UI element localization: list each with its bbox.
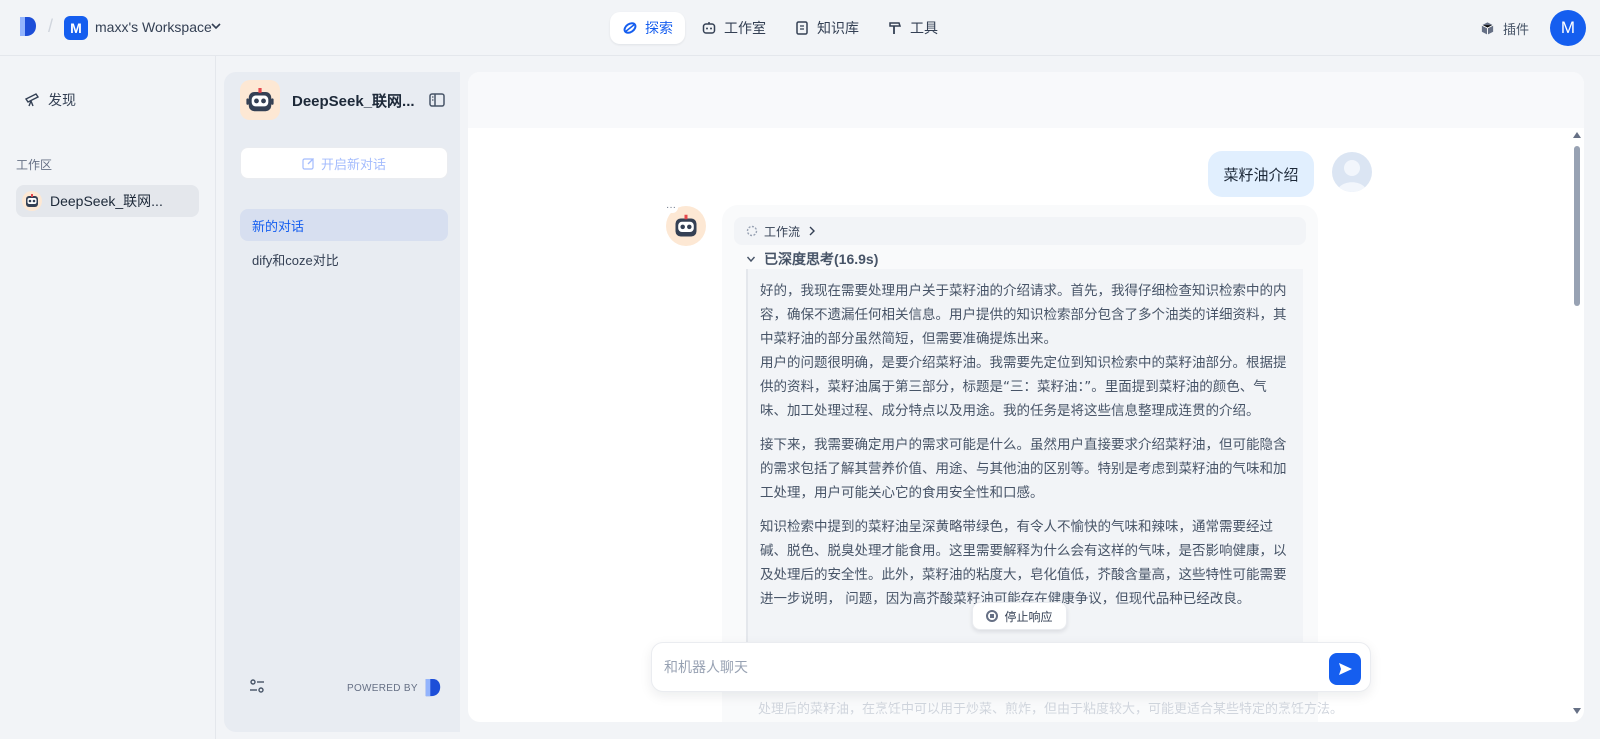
breadcrumb-separator: /	[48, 16, 54, 36]
sidebar-collapse-icon[interactable]	[428, 91, 446, 109]
thinking-paragraph: 好的，我现在需要处理用户关于菜籽油的介绍请求。首先，我得仔细检查知识检索中的内容…	[760, 283, 1287, 347]
typing-indicator-icon: ···	[664, 202, 678, 213]
chat-area: 菜籽油介绍 ··· 工作流 已深度思考(16.9s) 好的，我现在需要处理用户关…	[468, 72, 1584, 722]
user-silhouette-icon	[1337, 160, 1367, 192]
cube-icon	[1481, 22, 1494, 35]
robot-avatar-icon	[246, 88, 274, 112]
thinking-content: 好的，我现在需要处理用户关于菜籽油的介绍请求。首先，我得仔细检查知识检索中的内容…	[746, 269, 1303, 659]
nav-tab-knowledge[interactable]: 知识库	[782, 12, 871, 44]
edit-icon	[302, 157, 314, 170]
telescope-icon	[24, 93, 40, 107]
powered-by-label: POWERED BY	[347, 682, 418, 694]
user-avatar[interactable]: M	[1550, 10, 1586, 46]
new-chat-label: 开启新对话	[320, 156, 386, 172]
sidebar-item-label: DeepSeek_联网...	[50, 193, 163, 209]
sidebar-item-app[interactable]: DeepSeek_联网...	[16, 185, 199, 217]
workspace-badge[interactable]: M	[64, 16, 88, 40]
workflow-label: 工作流	[764, 224, 801, 239]
conversation-panel: DeepSeek_联网... 开启新对话 新的对话 dify和coze对比 PO…	[224, 72, 460, 732]
book-icon	[796, 21, 808, 35]
thinking-paragraph: 知识检索中提到的菜籽油呈深黄略带绿色，有令人不愉快的气味和辣味，通常需要经过碱、…	[760, 519, 1287, 607]
chevron-right-icon	[809, 226, 816, 236]
user-message-avatar	[1332, 152, 1372, 192]
plugins-label: 插件	[1503, 22, 1530, 37]
dify-logo-icon	[425, 679, 440, 697]
scroll-thumb[interactable]	[1574, 146, 1580, 306]
hammer-icon	[889, 22, 902, 34]
chevron-down-icon	[746, 256, 756, 263]
dify-logo-icon[interactable]	[18, 16, 38, 38]
scroll-up-icon[interactable]	[1573, 132, 1581, 138]
nav-tab-label: 知识库	[817, 20, 859, 36]
nav-tab-explore[interactable]: 探索	[610, 12, 685, 44]
stop-response-button[interactable]: 停止响应	[972, 602, 1067, 630]
stop-icon	[986, 610, 999, 622]
sidebar-item-label: 发现	[48, 92, 76, 108]
nav-tab-studio[interactable]: 工作室	[689, 12, 778, 44]
workspace-name[interactable]: maxx's Workspace	[95, 19, 212, 35]
faded-answer-text: 处理后的菜籽油，在烹饪中可以用于炒菜、煎炸，但由于粘度较大，可能更适合某些特定的…	[758, 701, 1344, 716]
chevron-down-icon[interactable]	[210, 20, 222, 32]
workspace-section-label: 工作区	[16, 158, 53, 172]
top-bar: / M maxx's Workspace 探索 工作室 知识库 工具 插件 M	[0, 0, 1600, 56]
conversation-item-active[interactable]: 新的对话	[240, 209, 448, 241]
app-avatar	[240, 80, 280, 120]
robot-avatar-icon	[675, 214, 697, 237]
powered-by: POWERED BY	[347, 678, 442, 698]
thinking-paragraph: 接下来，我需要确定用户的需求可能是什么。虽然用户直接要求介绍菜籽油，但可能隐含的…	[760, 437, 1287, 501]
user-message: 菜籽油介绍	[1208, 151, 1314, 197]
new-chat-button[interactable]: 开启新对话	[240, 147, 448, 179]
nav-tab-tools[interactable]: 工具	[875, 12, 950, 44]
left-sidebar: 发现 工作区 DeepSeek_联网...	[0, 56, 216, 739]
stop-response-label: 停止响应	[1004, 609, 1053, 624]
scroll-down-icon[interactable]	[1573, 708, 1581, 714]
conversation-item[interactable]: dify和coze对比	[240, 243, 448, 275]
nav-tab-label: 探索	[645, 20, 673, 36]
chat-scrollbar[interactable]	[1572, 132, 1582, 717]
chat-header	[468, 72, 1584, 128]
robot-icon	[702, 22, 716, 34]
nav-tab-label: 工作室	[724, 20, 766, 36]
chat-input[interactable]	[664, 651, 1304, 685]
plugins-button[interactable]: 插件	[1480, 19, 1529, 38]
robot-avatar-icon	[22, 191, 42, 211]
nav-tab-label: 工具	[910, 20, 938, 36]
sidebar-item-discover[interactable]: 发现	[24, 90, 76, 110]
compass-icon	[623, 22, 637, 34]
thinking-paragraph: 用户的问题很明确，是要介绍菜籽油。我需要先定位到知识检索中的菜籽油部分。根据提供…	[760, 355, 1287, 419]
workflow-toggle[interactable]: 工作流	[734, 217, 1306, 245]
thinking-toggle[interactable]: 已深度思考(16.9s)	[746, 249, 878, 269]
send-icon	[1339, 663, 1352, 675]
chat-composer	[651, 642, 1371, 692]
send-button[interactable]	[1329, 653, 1361, 685]
settings-sliders-icon[interactable]	[248, 677, 266, 695]
app-title: DeepSeek_联网...	[292, 93, 415, 110]
main-nav: 探索 工作室 知识库 工具	[610, 12, 950, 44]
loading-spinner-icon	[746, 225, 758, 237]
thinking-title: 已深度思考(16.9s)	[764, 251, 879, 267]
